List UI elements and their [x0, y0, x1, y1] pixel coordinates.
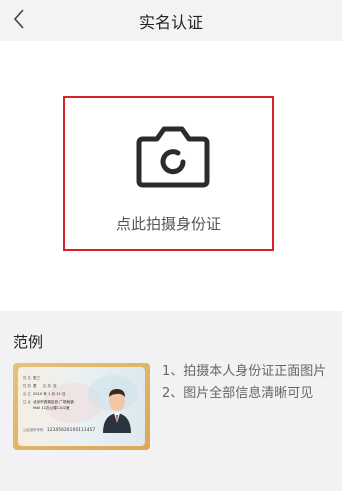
card-address-label: 住 址	[23, 399, 31, 404]
camera-icon	[136, 126, 210, 188]
card-sex: 男	[33, 383, 37, 388]
example-notes: 1、拍摄本人身份证正面图片 2、图片全部信息清晰可见	[162, 363, 334, 407]
note-item: 2、图片全部信息清晰可见	[162, 386, 314, 401]
upload-area: 点此拍摄身份证	[0, 41, 342, 311]
card-ethnic: 汉	[53, 383, 57, 388]
card-address-line1: 北京市西城区西 广场就酒	[33, 399, 74, 404]
card-address-line2: Mall 11办公楼1102室	[33, 405, 70, 410]
page-title: 实名认证	[138, 13, 203, 32]
capture-hint: 点此拍摄身份证	[115, 215, 221, 233]
card-name: 张三	[33, 375, 41, 380]
card-birth: 2010 年 1 月 11 日	[33, 391, 66, 396]
card-sex-label: 性 别	[23, 383, 31, 388]
card-name-label: 姓 名	[23, 375, 31, 380]
card-id-label: 公民身份号码	[23, 427, 44, 432]
card-id-number: 12345620100111457	[47, 427, 96, 432]
id-card-example-image: 姓 名 性 别 民 族 出 生 住 址 公民身份号码 张三 男 汉 2010 年…	[13, 363, 150, 450]
nav-bar: 实名认证	[0, 0, 342, 41]
note-item: 1、拍摄本人身份证正面图片	[162, 364, 327, 379]
card-ethnic-label: 民 族	[43, 383, 51, 388]
example-title: 范例	[13, 333, 44, 351]
card-birth-label: 出 生	[23, 391, 31, 396]
capture-id-button[interactable]: 点此拍摄身份证	[63, 96, 274, 251]
example-section: 范例 姓 名 性 别 民 族 出 生 住 址 公民身份号码 张三 男 汉 201…	[0, 311, 342, 491]
